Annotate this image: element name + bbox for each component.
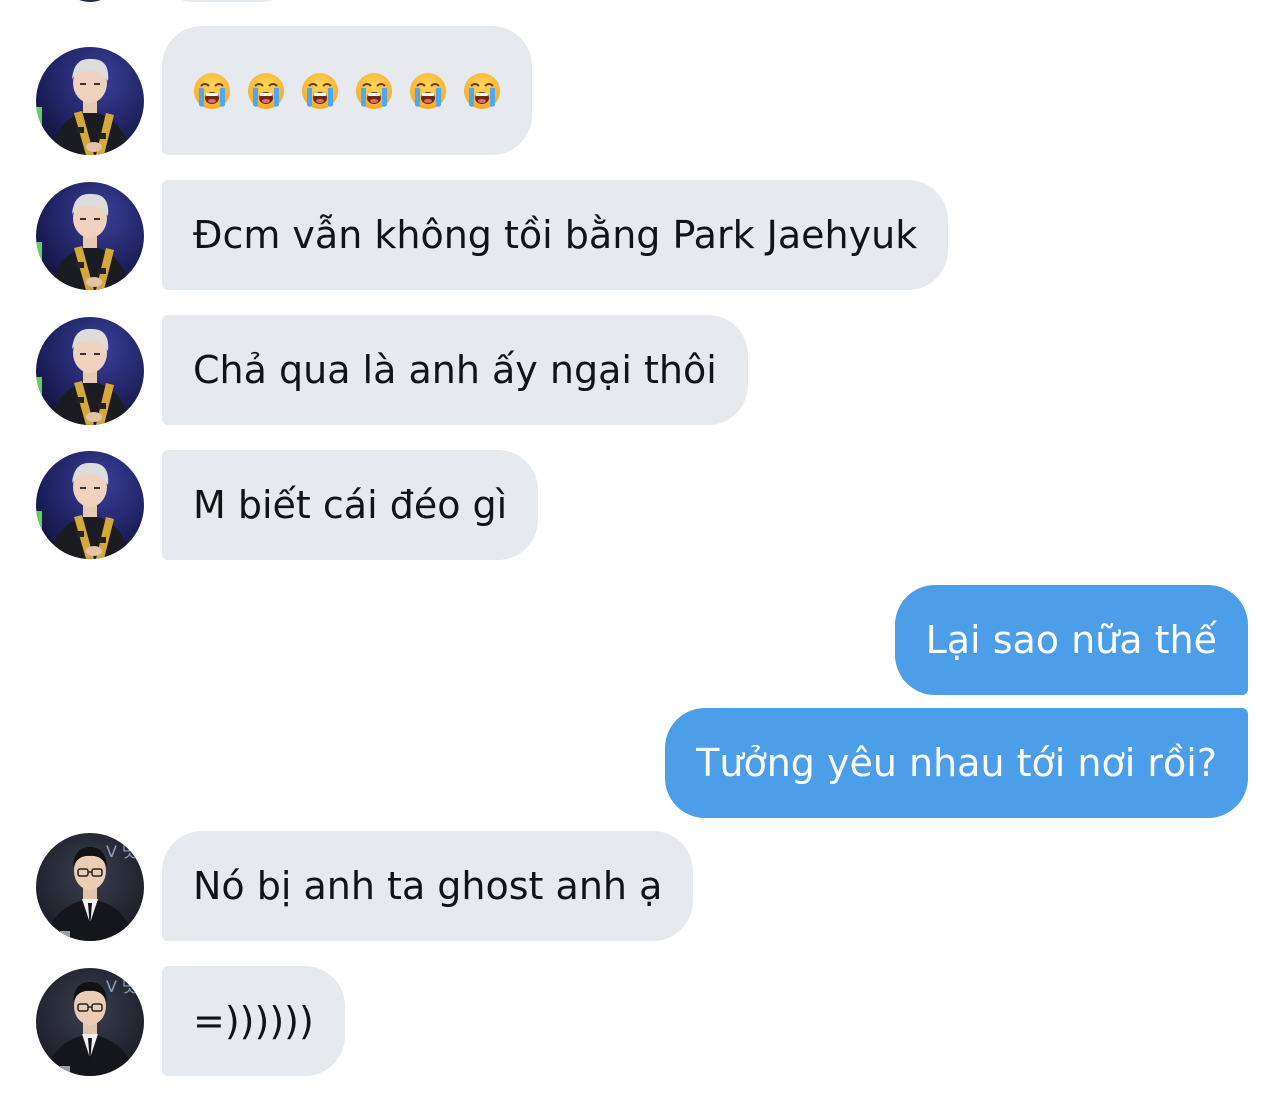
message-bubble-incoming[interactable]: M biết cái đéo gì — [162, 450, 539, 560]
emoji-list — [193, 71, 501, 110]
message-bubble-incoming[interactable] — [162, 26, 532, 155]
loudly-crying-face-icon — [463, 71, 501, 110]
player-avatar-image — [36, 968, 144, 1076]
loudly-crying-face-icon — [193, 71, 231, 110]
message-text: M biết cái đéo gì — [193, 483, 508, 527]
loudly-crying-face-icon — [355, 71, 393, 110]
loudly-crying-face-icon — [301, 71, 339, 110]
sender-avatar[interactable] — [36, 833, 144, 941]
message-text: Tưởng yêu nhau tới nơi rồi? — [696, 741, 1217, 785]
message-text: Lại sao nữa thế — [925, 618, 1217, 662]
player-avatar-image — [36, 833, 144, 941]
player-avatar-image — [36, 451, 144, 559]
loudly-crying-face-icon — [409, 71, 447, 110]
message-bubble-outgoing[interactable]: Lại sao nữa thế — [894, 585, 1248, 695]
previous-avatar-partial — [60, 0, 120, 2]
message-bubble-incoming[interactable]: Chả qua là anh ấy ngại thôi — [162, 315, 748, 425]
message-bubble-outgoing[interactable]: Tưởng yêu nhau tới nơi rồi? — [665, 708, 1248, 818]
loudly-crying-face-icon — [247, 71, 285, 110]
message-bubble-incoming[interactable]: Nó bị anh ta ghost anh ạ — [162, 831, 694, 941]
player-avatar-image — [36, 317, 144, 425]
message-text: Chả qua là anh ấy ngại thôi — [193, 348, 717, 392]
sender-avatar[interactable] — [36, 182, 144, 290]
sender-avatar[interactable] — [36, 968, 144, 1076]
player-avatar-image — [36, 47, 144, 155]
message-bubble-incoming[interactable]: =)))))) — [162, 966, 345, 1076]
sender-avatar[interactable] — [36, 317, 144, 425]
player-avatar-image — [36, 182, 144, 290]
sender-avatar[interactable] — [36, 451, 144, 559]
message-text: =)))))) — [193, 999, 314, 1043]
message-text: Nó bị anh ta ghost anh ạ — [193, 864, 663, 908]
message-bubble-incoming[interactable]: Đcm vẫn không tồi bằng Park Jaehyuk — [162, 180, 949, 290]
previous-message-bubble-partial — [162, 0, 292, 2]
message-text: Đcm vẫn không tồi bằng Park Jaehyuk — [193, 213, 918, 257]
sender-avatar[interactable] — [36, 47, 144, 155]
